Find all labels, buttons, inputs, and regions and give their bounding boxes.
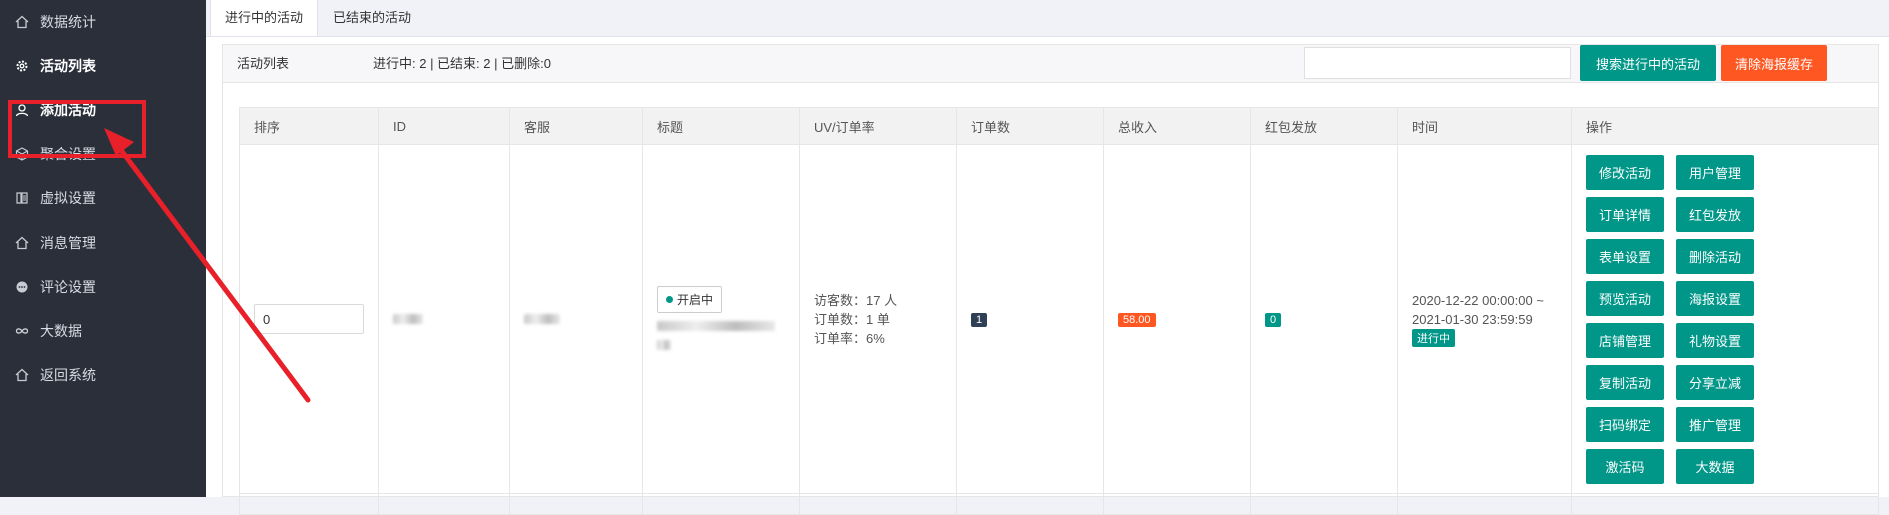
home-icon (14, 367, 30, 383)
time-start: 2020-12-22 00:00:00 ~ (1412, 293, 1544, 308)
sidebar-item-label: 大数据 (40, 323, 82, 339)
scan-bind-button[interactable]: 扫码绑定 (1586, 406, 1664, 442)
sidebar-item-activity-list[interactable]: 活动列表 (0, 44, 206, 88)
share-discount-button[interactable]: 分享立减 (1676, 364, 1754, 400)
uv-orders: 订单数：1 单 (814, 311, 890, 327)
cell-id (378, 144, 510, 494)
order-details-button[interactable]: 订单详情 (1586, 196, 1664, 232)
cell-revenue: 58.00 (1103, 144, 1251, 494)
cell-time: 2020-12-22 00:00:00 ~ 2021-01-30 23:59:5… (1397, 144, 1572, 494)
cell-orders: 1 (956, 144, 1104, 494)
gift-settings-button[interactable]: 礼物设置 (1676, 322, 1754, 358)
col-title: 标题 (642, 107, 800, 145)
delete-activity-button[interactable]: 删除活动 (1676, 238, 1754, 274)
panel-header: 活动列表 进行中: 2 | 已结束: 2 | 已删除:0 搜索进行中的活动 清除… (223, 45, 1878, 83)
sidebar-item-virtual[interactable]: 虚拟设置 (0, 176, 206, 220)
cell-actions: 修改活动 用户管理 订单详情 红包发放 表单设置 删除活动 预览活动 海报设置 … (1571, 144, 1879, 494)
cell-uv: 访客数：17 人 订单数：1 单 订单率：6% (799, 144, 957, 494)
home-icon (14, 235, 30, 251)
preview-activity-button[interactable]: 预览活动 (1586, 280, 1664, 316)
main-content: 进行中的活动 已结束的活动 活动列表 进行中: 2 | 已结束: 2 | 已删除… (206, 0, 1889, 515)
tab-ended[interactable]: 已结束的活动 (319, 0, 425, 36)
revenue-badge: 58.00 (1118, 313, 1156, 327)
time-status-badge: 进行中 (1412, 329, 1455, 347)
col-sort: 排序 (239, 107, 379, 145)
form-settings-button[interactable]: 表单设置 (1586, 238, 1664, 274)
activity-panel: 活动列表 进行中: 2 | 已结束: 2 | 已删除:0 搜索进行中的活动 清除… (222, 44, 1879, 515)
infinity-icon (14, 323, 30, 339)
blurred-title (657, 320, 775, 331)
table-row: 开启中 访客数：17 人 订单数：1 单 订单率：6% 1 58.00 0 2 (239, 144, 1879, 494)
cell-redpacket: 0 (1250, 144, 1398, 494)
redpacket-button[interactable]: 红包发放 (1676, 196, 1754, 232)
status-label: 开启中 (677, 292, 714, 307)
redpacket-badge: 0 (1265, 313, 1282, 327)
promotion-management-button[interactable]: 推广管理 (1676, 406, 1754, 442)
home-icon (14, 14, 30, 30)
sidebar-item-messages[interactable]: 消息管理 (0, 221, 206, 265)
chat-icon (14, 279, 30, 295)
action-grid: 修改活动 用户管理 订单详情 红包发放 表单设置 删除活动 预览活动 海报设置 … (1586, 154, 1864, 484)
col-time: 时间 (1397, 107, 1572, 145)
blurred-service (524, 313, 560, 324)
sidebar-item-label: 消息管理 (40, 235, 96, 251)
col-actions: 操作 (1571, 107, 1879, 145)
col-orders: 订单数 (956, 107, 1104, 145)
status-dot (666, 295, 673, 303)
cell-sort (239, 144, 379, 494)
search-ongoing-button[interactable]: 搜索进行中的活动 (1580, 45, 1716, 81)
col-uv: UV/订单率 (799, 107, 957, 145)
panel-title: 活动列表 (237, 56, 290, 71)
blurred-title-2 (657, 339, 671, 350)
activation-code-button[interactable]: 激活码 (1586, 448, 1664, 484)
highlight-box (8, 100, 146, 158)
orders-badge: 1 (971, 313, 988, 327)
status-pill: 开启中 (657, 285, 723, 313)
sidebar-item-label: 评论设置 (40, 279, 96, 295)
col-redpacket: 红包发放 (1250, 107, 1398, 145)
gear-icon (14, 58, 30, 74)
cell-title: 开启中 (642, 144, 800, 494)
sidebar-item-label: 虚拟设置 (40, 190, 96, 206)
uv-visitors: 访客数：17 人 (814, 292, 898, 308)
copy-activity-button[interactable]: 复制活动 (1586, 364, 1664, 400)
activity-stats: 进行中: 2 | 已结束: 2 | 已删除:0 (373, 56, 551, 71)
sidebar-item-return[interactable]: 返回系统 (0, 353, 206, 397)
big-data-button[interactable]: 大数据 (1676, 448, 1754, 484)
col-id: ID (378, 107, 510, 145)
col-revenue: 总收入 (1103, 107, 1251, 145)
sort-input[interactable] (254, 304, 364, 334)
store-management-button[interactable]: 店铺管理 (1586, 322, 1664, 358)
tab-bar: 进行中的活动 已结束的活动 (206, 0, 1889, 37)
search-input[interactable] (1304, 47, 1571, 79)
tab-ongoing[interactable]: 进行中的活动 (210, 0, 319, 36)
blurred-id (393, 313, 423, 324)
sidebar-item-stats[interactable]: 数据统计 (0, 0, 206, 44)
sidebar-item-bigdata[interactable]: 大数据 (0, 309, 206, 353)
sidebar-item-label: 数据统计 (40, 14, 96, 30)
clear-poster-cache-button[interactable]: 清除海报缓存 (1721, 45, 1827, 81)
user-management-button[interactable]: 用户管理 (1676, 154, 1754, 190)
time-end: 2021-01-30 23:59:59 (1412, 312, 1533, 327)
sidebar-item-label: 活动列表 (40, 58, 96, 74)
sidebar-item-comments[interactable]: 评论设置 (0, 265, 206, 309)
sidebar-item-label: 返回系统 (40, 367, 96, 383)
book-icon (14, 190, 30, 206)
activity-table: 排序 ID 客服 标题 UV/订单率 订单数 总收入 红包发放 时间 操作 0 … (239, 107, 1879, 515)
sidebar: 数据统计 活动列表 添加活动 聚合设置 虚拟设置 消息管理 评论设置 大数据 返… (0, 0, 206, 497)
uv-rate: 订单率：6% (814, 330, 885, 346)
col-service: 客服 (509, 107, 643, 145)
table-header-row: 排序 ID 客服 标题 UV/订单率 订单数 总收入 红包发放 时间 操作 (239, 107, 1879, 145)
edit-activity-button[interactable]: 修改活动 (1586, 154, 1664, 190)
cell-service (509, 144, 643, 494)
poster-settings-button[interactable]: 海报设置 (1676, 280, 1754, 316)
